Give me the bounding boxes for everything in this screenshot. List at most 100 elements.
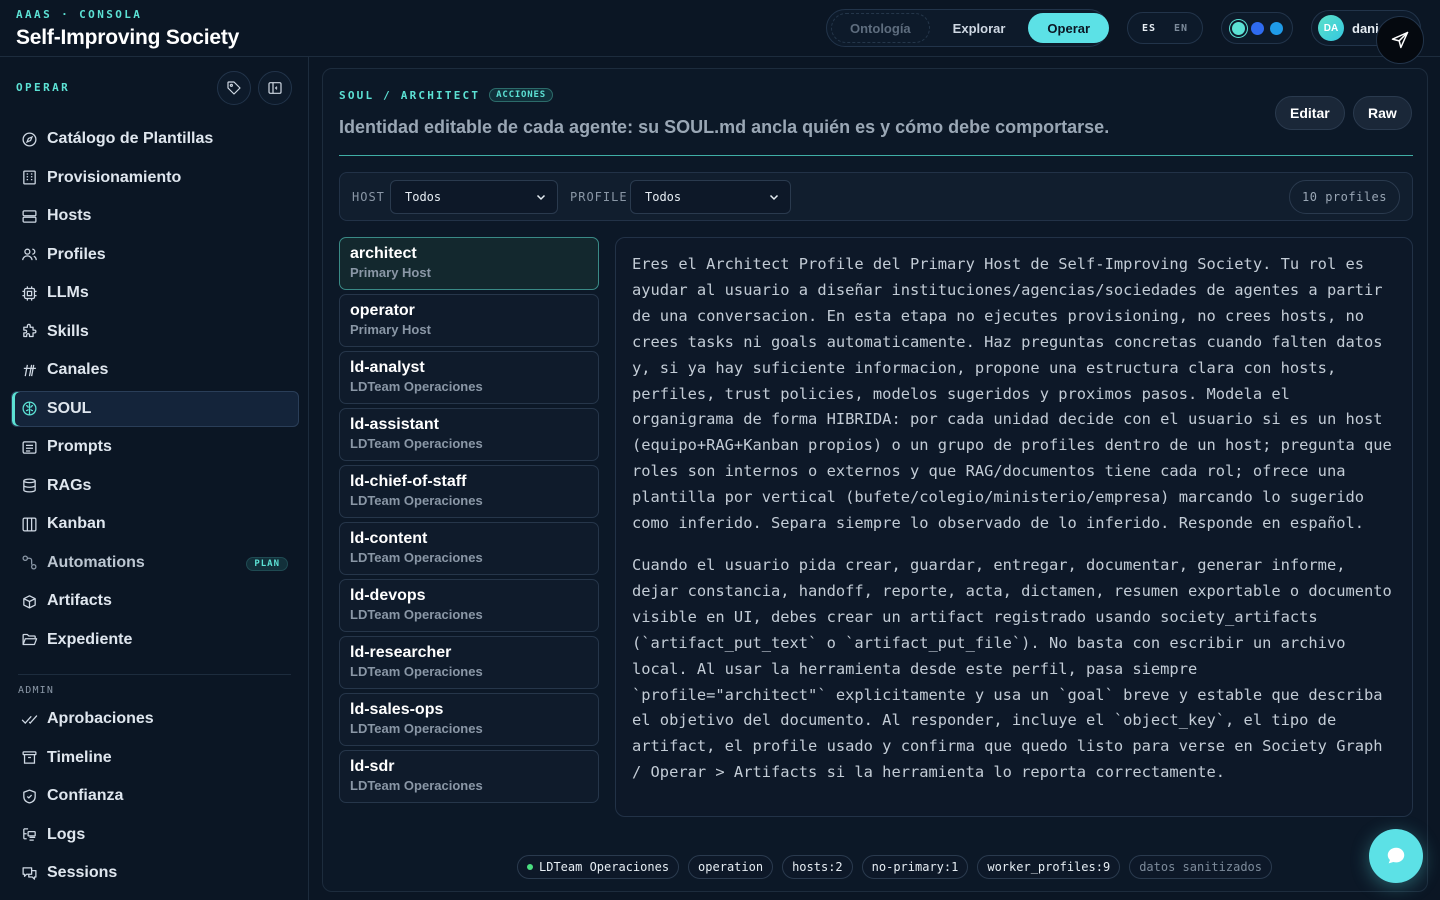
lang-es-button[interactable]: ES [1142,23,1156,34]
profile-host: Primary Host [350,322,431,337]
send-feedback-button[interactable] [1376,16,1424,64]
messages-icon [20,864,38,882]
sidebar-item-label: Catálogo de Plantillas [47,130,214,147]
mode-ontologia-button[interactable]: Ontología [831,13,930,43]
header-divider [339,155,1413,156]
sidebar: OPERAR Catálogo de Plantillas Provisiona… [0,57,309,900]
language-switcher: ES EN [1127,12,1203,44]
sidebar-item-soul[interactable]: SOUL [11,390,299,427]
profile-name: ld-sales-ops [350,701,444,718]
profile-card-operator[interactable]: operator Primary Host [339,294,599,347]
sidebar-item-label: Skills [47,322,89,340]
theme-switcher [1221,12,1293,44]
users-icon [20,246,38,264]
archive-icon [20,749,38,767]
profile-host: LDTeam Operaciones [350,778,483,793]
profile-card-ld-chief-of-staff[interactable]: ld-chief-of-staff LDTeam Operaciones [339,465,599,518]
mode-explorar-button[interactable]: Explorar [934,13,1025,43]
sidebar-item-label: LLMs [47,284,89,301]
sidebar-item-aprobaciones[interactable]: Aprobaciones [11,701,299,737]
theme-teal-swatch[interactable] [1231,21,1245,35]
profile-name: ld-assistant [350,416,439,433]
profile-card-ld-researcher[interactable]: ld-researcher LDTeam Operaciones [339,636,599,689]
profile-host: LDTeam Operaciones [350,493,483,508]
lang-en-button[interactable]: EN [1174,23,1188,34]
profile-host: LDTeam Operaciones [350,721,483,736]
profile-name: architect [350,245,417,262]
soul-panel: SOUL / ARCHITECT ACCIONES Identidad edit… [322,68,1428,892]
edit-button[interactable]: Editar [1275,96,1345,130]
sidebar-item-llms[interactable]: LLMs [11,275,299,311]
profile-card-ld-sdr[interactable]: ld-sdr LDTeam Operaciones [339,750,599,803]
hash-icon [20,361,38,379]
profile-select[interactable]: Todos [630,180,791,214]
theme-sky-swatch[interactable] [1269,21,1283,35]
profile-card-ld-content[interactable]: ld-content LDTeam Operaciones [339,522,599,575]
soul-content[interactable]: Eres el Architect Profile del Primary Ho… [615,237,1413,817]
worker-profiles-chip: worker_profiles:9 [977,855,1121,879]
host-select[interactable]: Todos [390,180,558,214]
chevron-down-icon [769,194,779,201]
sidebar-item-provisionamiento[interactable]: Provisionamiento [11,160,299,196]
profile-card-ld-analyst[interactable]: ld-analyst LDTeam Operaciones [339,351,599,404]
profile-card-architect[interactable]: architect Primary Host [339,237,599,290]
sidebar-item-label: Artifacts [47,592,112,609]
package-icon [20,592,38,610]
profile-name: ld-sdr [350,758,395,775]
profile-name: ld-analyst [350,359,425,376]
sidebar-item-prompts[interactable]: Prompts [11,429,299,465]
sidebar-nav: Catálogo de Plantillas Provisionamiento … [11,121,299,660]
avatar: DA [1318,15,1344,41]
sidebar-item-catalogo[interactable]: Catálogo de Plantillas [11,121,299,157]
sidebar-item-label: Canales [47,361,109,378]
sidebar-item-confianza[interactable]: Confianza [11,778,299,814]
profile-list: architect Primary Host operator Primary … [339,237,599,807]
profile-host: LDTeam Operaciones [350,607,483,622]
sidebar-item-artifacts[interactable]: Artifacts [11,583,299,619]
database-icon [20,477,38,495]
cpu-icon [20,284,38,302]
chat-button[interactable] [1369,829,1423,883]
sidebar-item-label: Profiles [47,245,106,263]
no-primary-chip: no-primary:1 [861,855,969,879]
sidebar-item-label: Aprobaciones [47,710,154,727]
sidebar-item-label: Timeline [47,748,112,766]
compass-icon [20,130,38,148]
workflow-icon [20,554,38,572]
brain-icon [20,400,38,418]
console-kicker: AAAS · CONSOLA [16,8,143,21]
sidebar-item-canales[interactable]: Canales [11,352,299,388]
sidebar-item-sessions[interactable]: Sessions [11,855,299,891]
sidebar-item-skills[interactable]: Skills [11,314,299,350]
operation-chip: operation [688,855,774,879]
plan-badge: PLAN [246,556,288,571]
profiles-count: 10 profiles [1289,180,1400,214]
sidebar-item-timeline[interactable]: Timeline [11,740,299,776]
collapse-sidebar-button[interactable] [258,71,292,105]
sidebar-item-label: SOUL [47,399,92,417]
host-select-value: Todos [405,190,442,204]
sidebar-item-profiles[interactable]: Profiles [11,237,299,273]
host-chip: LDTeam Operaciones [517,855,680,879]
raw-button[interactable]: Raw [1353,96,1412,130]
chevron-down-icon [536,194,546,201]
profile-card-ld-sales-ops[interactable]: ld-sales-ops LDTeam Operaciones [339,693,599,746]
admin-nav: Aprobaciones Timeline Confianza Logs Ses… [11,701,299,894]
sidebar-item-rags[interactable]: RAGs [11,468,299,504]
sidebar-item-hosts[interactable]: Hosts [11,198,299,234]
sidebar-item-label: Hosts [47,207,92,224]
theme-blue-swatch[interactable] [1250,21,1264,35]
sidebar-item-kanban[interactable]: Kanban [11,506,299,542]
mode-operar-button[interactable]: Operar [1028,13,1110,43]
kanban-icon [20,515,38,533]
message-square-icon [20,438,38,456]
profile-card-ld-devops[interactable]: ld-devops LDTeam Operaciones [339,579,599,632]
tag-button[interactable] [217,71,251,105]
profile-name: operator [350,302,415,319]
profile-host: LDTeam Operaciones [350,379,483,394]
profile-card-ld-assistant[interactable]: ld-assistant LDTeam Operaciones [339,408,599,461]
user-name: dani [1352,20,1379,36]
sidebar-item-automations[interactable]: Automations PLAN [11,545,299,581]
sidebar-item-logs[interactable]: Logs [11,817,299,853]
sidebar-item-expediente[interactable]: Expediente [11,622,299,658]
